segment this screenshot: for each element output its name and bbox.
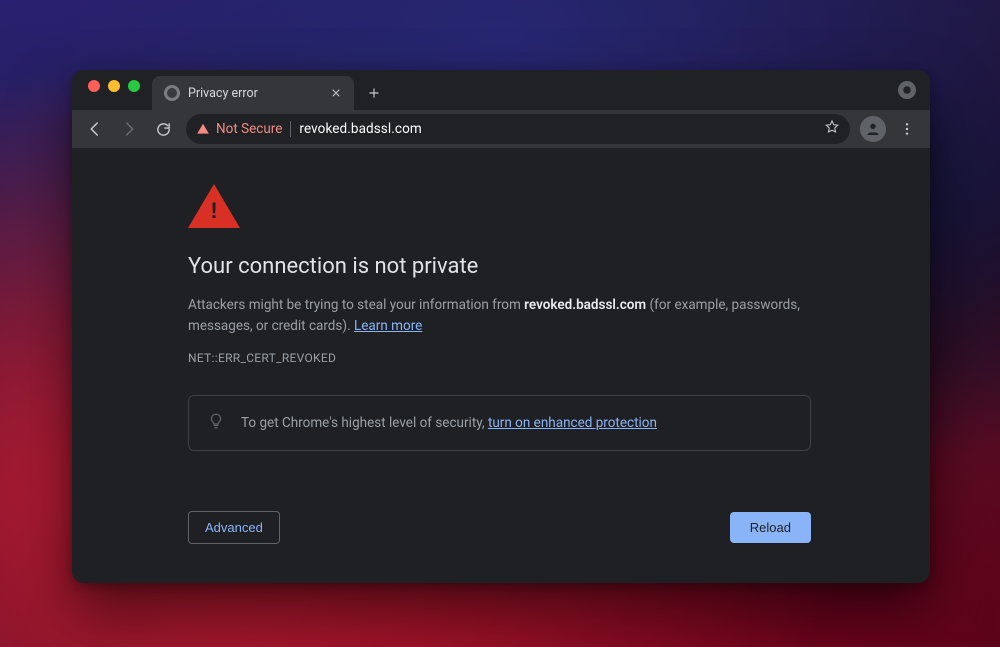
tip-prefix: To get Chrome's highest level of securit… xyxy=(241,415,488,431)
window-close-button[interactable] xyxy=(88,80,100,92)
window-controls xyxy=(82,70,146,110)
enhanced-protection-link[interactable]: turn on enhanced protection xyxy=(488,415,657,431)
tip-text: To get Chrome's highest level of securit… xyxy=(241,415,657,431)
window-minimize-button[interactable] xyxy=(108,80,120,92)
lightbulb-icon xyxy=(207,412,225,434)
action-buttons: Advanced Reload xyxy=(188,511,811,544)
warning-triangle-icon xyxy=(188,184,240,228)
warning-triangle-icon xyxy=(196,122,210,136)
forward-button[interactable] xyxy=(114,114,144,144)
error-headline: Your connection is not private xyxy=(188,254,811,279)
security-status-label: Not Secure xyxy=(216,121,282,137)
reload-page-button[interactable]: Reload xyxy=(730,512,811,543)
new-tab-button[interactable] xyxy=(360,79,388,107)
url-text: revoked.badssl.com xyxy=(299,121,421,137)
window-zoom-button[interactable] xyxy=(128,80,140,92)
browser-tab[interactable]: Privacy error xyxy=(152,76,354,110)
advanced-button[interactable]: Advanced xyxy=(188,511,280,544)
tab-strip: Privacy error xyxy=(72,70,930,110)
menu-button[interactable] xyxy=(892,114,922,144)
error-description: Attackers might be trying to steal your … xyxy=(188,295,811,337)
back-button[interactable] xyxy=(80,114,110,144)
omnibox-divider xyxy=(290,121,291,137)
profile-avatar-button[interactable] xyxy=(860,116,886,142)
toolbar: Not Secure revoked.badssl.com xyxy=(72,110,930,148)
page-content: Your connection is not private Attackers… xyxy=(72,148,930,583)
error-code: NET::ERR_CERT_REVOKED xyxy=(188,351,811,365)
learn-more-link[interactable]: Learn more xyxy=(354,318,422,334)
address-bar[interactable]: Not Secure revoked.badssl.com xyxy=(186,114,850,144)
reload-button[interactable] xyxy=(148,114,178,144)
tab-title: Privacy error xyxy=(188,86,320,101)
globe-icon xyxy=(164,85,180,101)
error-body-prefix: Attackers might be trying to steal your … xyxy=(188,297,524,313)
bookmark-star-icon[interactable] xyxy=(824,119,840,139)
enhanced-protection-tip: To get Chrome's highest level of securit… xyxy=(188,395,811,451)
extension-icon[interactable] xyxy=(898,81,916,99)
browser-window: Privacy error Not Secure xyxy=(72,70,930,583)
error-host: revoked.badssl.com xyxy=(524,297,646,313)
close-tab-button[interactable] xyxy=(328,85,344,101)
